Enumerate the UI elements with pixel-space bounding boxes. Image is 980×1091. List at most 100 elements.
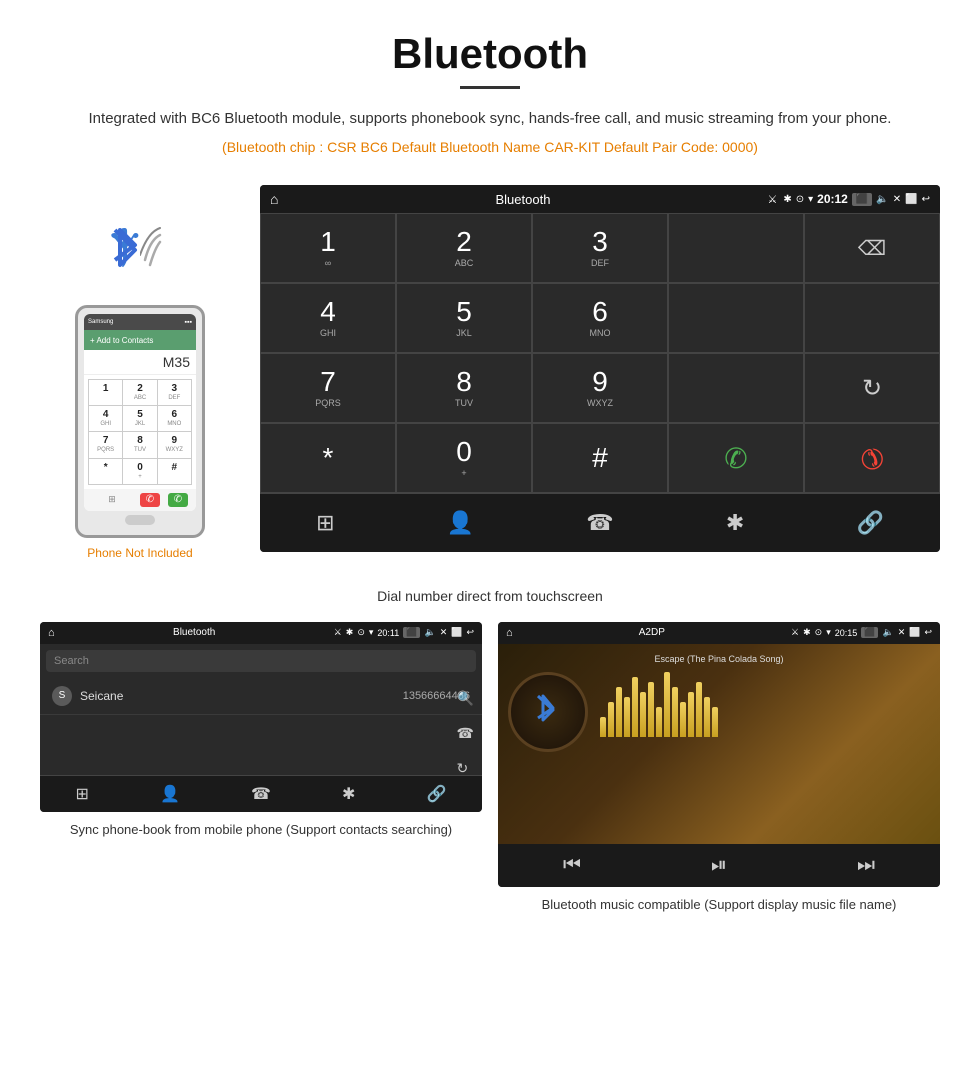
bluetooth-icon-area: Ⲯ <box>100 215 180 295</box>
pb-nav-phone-icon[interactable]: ☎ <box>251 784 271 804</box>
dial-key-8[interactable]: 8 TUV <box>396 353 532 423</box>
phonebook-caption: Sync phone-book from mobile phone (Suppo… <box>70 820 452 840</box>
contact-letter: S <box>52 686 72 706</box>
nav-contacts-icon[interactable]: 👤 <box>439 506 482 540</box>
ms-time: 20:15 <box>835 628 858 638</box>
dial-key-9[interactable]: 9 WXYZ <box>532 353 668 423</box>
dial-call-btn[interactable]: ✆ <box>668 423 804 493</box>
ms-win-icon[interactable]: ⬜ <box>909 627 920 638</box>
music-screenshot-block: ⌂ A2DP ⚔ ✱ ⊙ ▾ 20:15 ⬛ 🔈 ✕ ⬜ ↩ Escape (T… <box>498 622 940 915</box>
nav-bluetooth-icon[interactable]: ✱ <box>718 506 752 540</box>
phone-not-included-label: Phone Not Included <box>87 546 192 560</box>
dial-empty-2 <box>668 283 804 353</box>
play-pause-btn[interactable]: ⏯ <box>711 854 727 877</box>
pb-time: 20:11 <box>377 628 399 638</box>
dial-key-0[interactable]: 0 + <box>396 423 532 493</box>
dial-key-7[interactable]: 7 PQRS <box>260 353 396 423</box>
phone-brand-label: Samsung <box>88 319 181 325</box>
phone-call-btn[interactable]: ✆ <box>168 493 188 507</box>
phone-key-3[interactable]: 3DEF <box>158 380 191 405</box>
pb-close-icon[interactable]: ✕ <box>440 627 448 638</box>
ms-cam-icon[interactable]: ⬛ <box>861 627 878 638</box>
phone-key-1[interactable]: 1 <box>89 380 122 405</box>
phone-dialpad: 1 2ABC 3DEF 4GHI 5JKL 6MNO 7PQRS 8TUV 9W… <box>88 379 192 485</box>
search-bar[interactable]: Search <box>46 650 476 672</box>
phone-key-6[interactable]: 6MNO <box>158 406 191 431</box>
pb-nav-link-icon[interactable]: 🔗 <box>427 784 447 804</box>
dial-key-hash[interactable]: # <box>532 423 668 493</box>
bottom-screenshots: ⌂ Bluetooth ⚔ ✱ ⊙ ▾ 20:11 ⬛ 🔈 ✕ ⬜ ↩ Sear… <box>0 622 980 915</box>
dial-refresh-btn[interactable]: ↻ <box>804 353 940 423</box>
status-bar-main: ⌂ Bluetooth ⚔ ✱ ⊙ ▾ 20:12 ⬛ 🔈 ✕ ⬜ ↩ <box>260 185 940 213</box>
ms-loc-icon: ⊙ <box>815 627 823 638</box>
dial-key-4[interactable]: 4 GHI <box>260 283 396 353</box>
pb-win-icon[interactable]: ⬜ <box>451 627 462 638</box>
phone-key-star[interactable]: * <box>89 459 122 484</box>
prev-track-btn[interactable]: ⏮ <box>563 854 581 877</box>
sync-icon[interactable]: ↻ <box>457 760 474 777</box>
phone-key-7[interactable]: 7PQRS <box>89 432 122 457</box>
dial-key-6[interactable]: 6 MNO <box>532 283 668 353</box>
dial-key-5[interactable]: 5 JKL <box>396 283 532 353</box>
dialpad-grid: 1 ∞ 2 ABC 3 DEF ⌫ 4 GHI 5 JKL <box>260 213 940 493</box>
phone-key-hash[interactable]: # <box>158 459 191 484</box>
dial-key-3[interactable]: 3 DEF <box>532 213 668 283</box>
search-icon[interactable]: 🔍 <box>457 690 474 707</box>
home-icon[interactable]: ⌂ <box>270 191 278 207</box>
page-description: Integrated with BC6 Bluetooth module, su… <box>20 107 960 131</box>
phonebook-bottom-nav: ⊞ 👤 ☎ ✱ 🔗 <box>40 775 482 812</box>
phone-end-call-btn[interactable]: ✆ <box>140 493 160 507</box>
nav-link-icon[interactable]: 🔗 <box>848 506 891 540</box>
camera-icon[interactable]: ⬛ <box>852 193 872 206</box>
time-display: 20:12 <box>817 192 848 206</box>
phone-home-button[interactable] <box>125 515 155 525</box>
next-track-btn[interactable]: ⏭ <box>857 854 875 877</box>
phone-key-0[interactable]: 0+ <box>123 459 156 484</box>
pb-sig-icon: ▾ <box>369 627 374 638</box>
nav-grid-icon[interactable]: ⊞ <box>308 506 342 540</box>
right-action-icons: 🔍 ☎ ↻ <box>457 690 474 777</box>
contact-row[interactable]: S Seicane 13566664466 <box>40 678 482 715</box>
volume-icon[interactable]: 🔈 <box>876 194 888 205</box>
close-icon[interactable]: ✕ <box>893 194 901 205</box>
pb-vol-icon[interactable]: 🔈 <box>424 627 435 638</box>
ms-bt-icon: ✱ <box>803 627 811 638</box>
phone-action-btn: ⊞ <box>92 493 132 507</box>
ms-vol-icon[interactable]: 🔈 <box>882 627 893 638</box>
ms-close-icon[interactable]: ✕ <box>898 627 906 638</box>
phone-key-2[interactable]: 2ABC <box>123 380 156 405</box>
pb-nav-contacts-icon[interactable]: 👤 <box>160 784 180 804</box>
dial-key-star[interactable]: * <box>260 423 396 493</box>
music-content-area: Escape (The Pina Colada Song) <box>498 644 940 844</box>
window-icon[interactable]: ⬜ <box>905 194 917 205</box>
phone-key-4[interactable]: 4GHI <box>89 406 122 431</box>
dial-end-call-btn[interactable]: ✆ <box>804 423 940 493</box>
call-icon[interactable]: ☎ <box>457 725 474 742</box>
phone-key-8[interactable]: 8TUV <box>123 432 156 457</box>
phone-key-5[interactable]: 5JKL <box>123 406 156 431</box>
phone-section: Ⲯ Samsung ▪▪▪ <box>40 185 240 560</box>
phone-key-9[interactable]: 9WXYZ <box>158 432 191 457</box>
dial-key-2[interactable]: 2 ABC <box>396 213 532 283</box>
dial-empty-4 <box>668 353 804 423</box>
pb-home-icon[interactable]: ⌂ <box>48 627 55 639</box>
ms-back-icon[interactable]: ↩ <box>924 627 932 638</box>
ms-home-icon[interactable]: ⌂ <box>506 627 513 639</box>
pb-back-icon[interactable]: ↩ <box>466 627 474 638</box>
back-icon[interactable]: ↩ <box>922 194 930 205</box>
pb-cam-icon[interactable]: ⬛ <box>403 627 420 638</box>
dial-empty-1 <box>668 213 804 283</box>
main-caption: Dial number direct from touchscreen <box>0 580 980 622</box>
phone-top-bar: Samsung ▪▪▪ <box>84 314 196 330</box>
pb-nav-bt-icon[interactable]: ✱ <box>342 784 355 804</box>
phone-sub-bar: + Add to Contacts <box>84 330 196 350</box>
ms-screen-title: A2DP <box>517 627 787 638</box>
pb-screen-title: Bluetooth <box>59 627 330 638</box>
dial-delete-btn[interactable]: ⌫ <box>804 213 940 283</box>
pb-nav-grid-icon[interactable]: ⊞ <box>76 784 89 804</box>
phonebook-screenshot-block: ⌂ Bluetooth ⚔ ✱ ⊙ ▾ 20:11 ⬛ 🔈 ✕ ⬜ ↩ Sear… <box>40 622 482 915</box>
usb-icon: ⚔ <box>767 193 777 206</box>
nav-phone-icon[interactable]: ☎ <box>578 506 621 540</box>
dial-key-1[interactable]: 1 ∞ <box>260 213 396 283</box>
phonebook-content: Search S Seicane 13566664466 🔍 ☎ ↻ <box>40 650 482 775</box>
